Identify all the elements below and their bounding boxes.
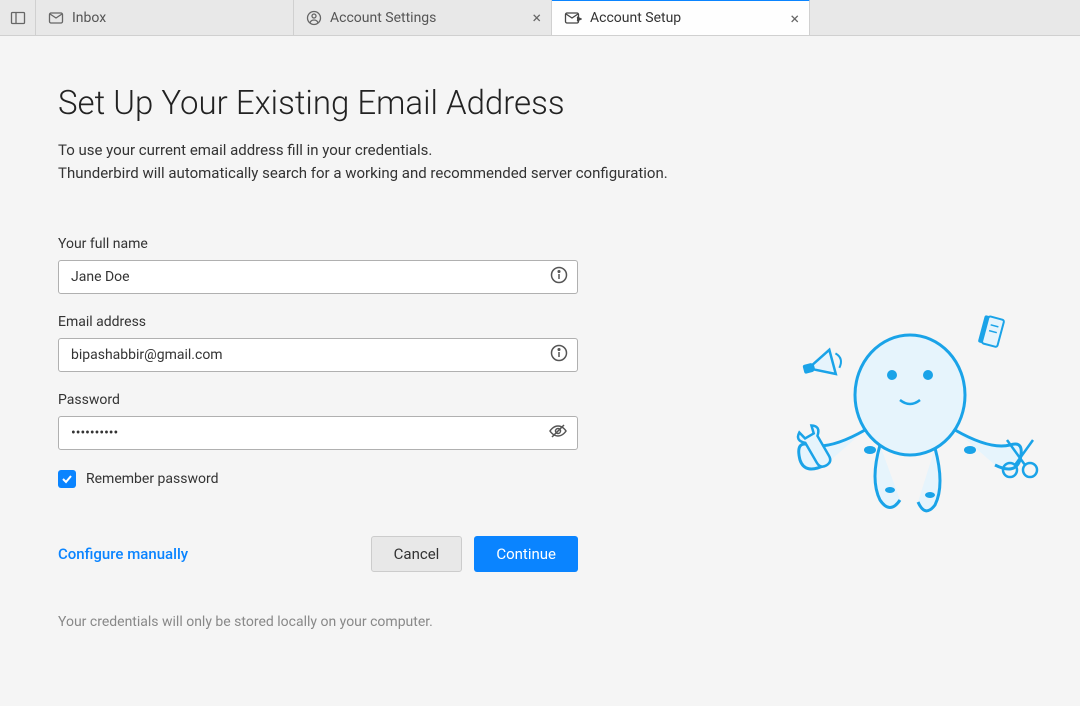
email-label: Email address [58,314,678,330]
account-icon [306,10,322,26]
tab-bar: Inbox Account Settings × Account Setup × [0,0,1080,36]
setup-form: Set Up Your Existing Email Address To us… [58,84,678,630]
tab-account-settings[interactable]: Account Settings × [294,0,552,36]
panels-icon [10,10,26,26]
remember-checkbox[interactable] [58,470,76,488]
info-icon[interactable] [550,266,568,288]
close-icon[interactable]: × [532,8,541,27]
close-icon[interactable]: × [790,9,799,28]
name-label: Your full name [58,236,678,252]
info-icon[interactable] [550,344,568,366]
name-input-wrapper [58,260,578,294]
cancel-button[interactable]: Cancel [371,536,463,572]
configure-manually-link[interactable]: Configure manually [58,545,188,563]
button-group: Cancel Continue [371,536,578,572]
tab-setup-label: Account Setup [590,10,681,26]
name-field-group: Your full name [58,236,678,294]
tab-account-setup[interactable]: Account Setup × [552,0,810,35]
footer-note: Your credentials will only be stored loc… [58,614,678,630]
page-title: Set Up Your Existing Email Address [58,84,678,123]
eye-slash-icon[interactable] [548,421,568,445]
page-description: To use your current email address fill i… [58,139,678,186]
continue-button[interactable]: Continue [474,536,578,572]
password-input-wrapper [58,416,578,450]
email-field-group: Email address [58,314,678,372]
email-input-wrapper [58,338,578,372]
inbox-icon [48,10,64,26]
email-input[interactable] [58,338,578,372]
sidebar-toggle-button[interactable] [0,0,36,36]
password-label: Password [58,392,678,408]
remember-label: Remember password [86,471,218,487]
button-row: Configure manually Cancel Continue [58,536,578,572]
tab-settings-label: Account Settings [330,10,436,26]
tab-inbox[interactable]: Inbox [36,0,294,36]
mail-setup-icon [564,10,582,26]
octopus-illustration [770,300,1050,530]
content-area: Set Up Your Existing Email Address To us… [0,36,1080,678]
name-input[interactable] [58,260,578,294]
password-field-group: Password [58,392,678,450]
remember-checkbox-row: Remember password [58,470,678,488]
tab-inbox-label: Inbox [72,10,106,26]
password-input[interactable] [58,416,578,450]
